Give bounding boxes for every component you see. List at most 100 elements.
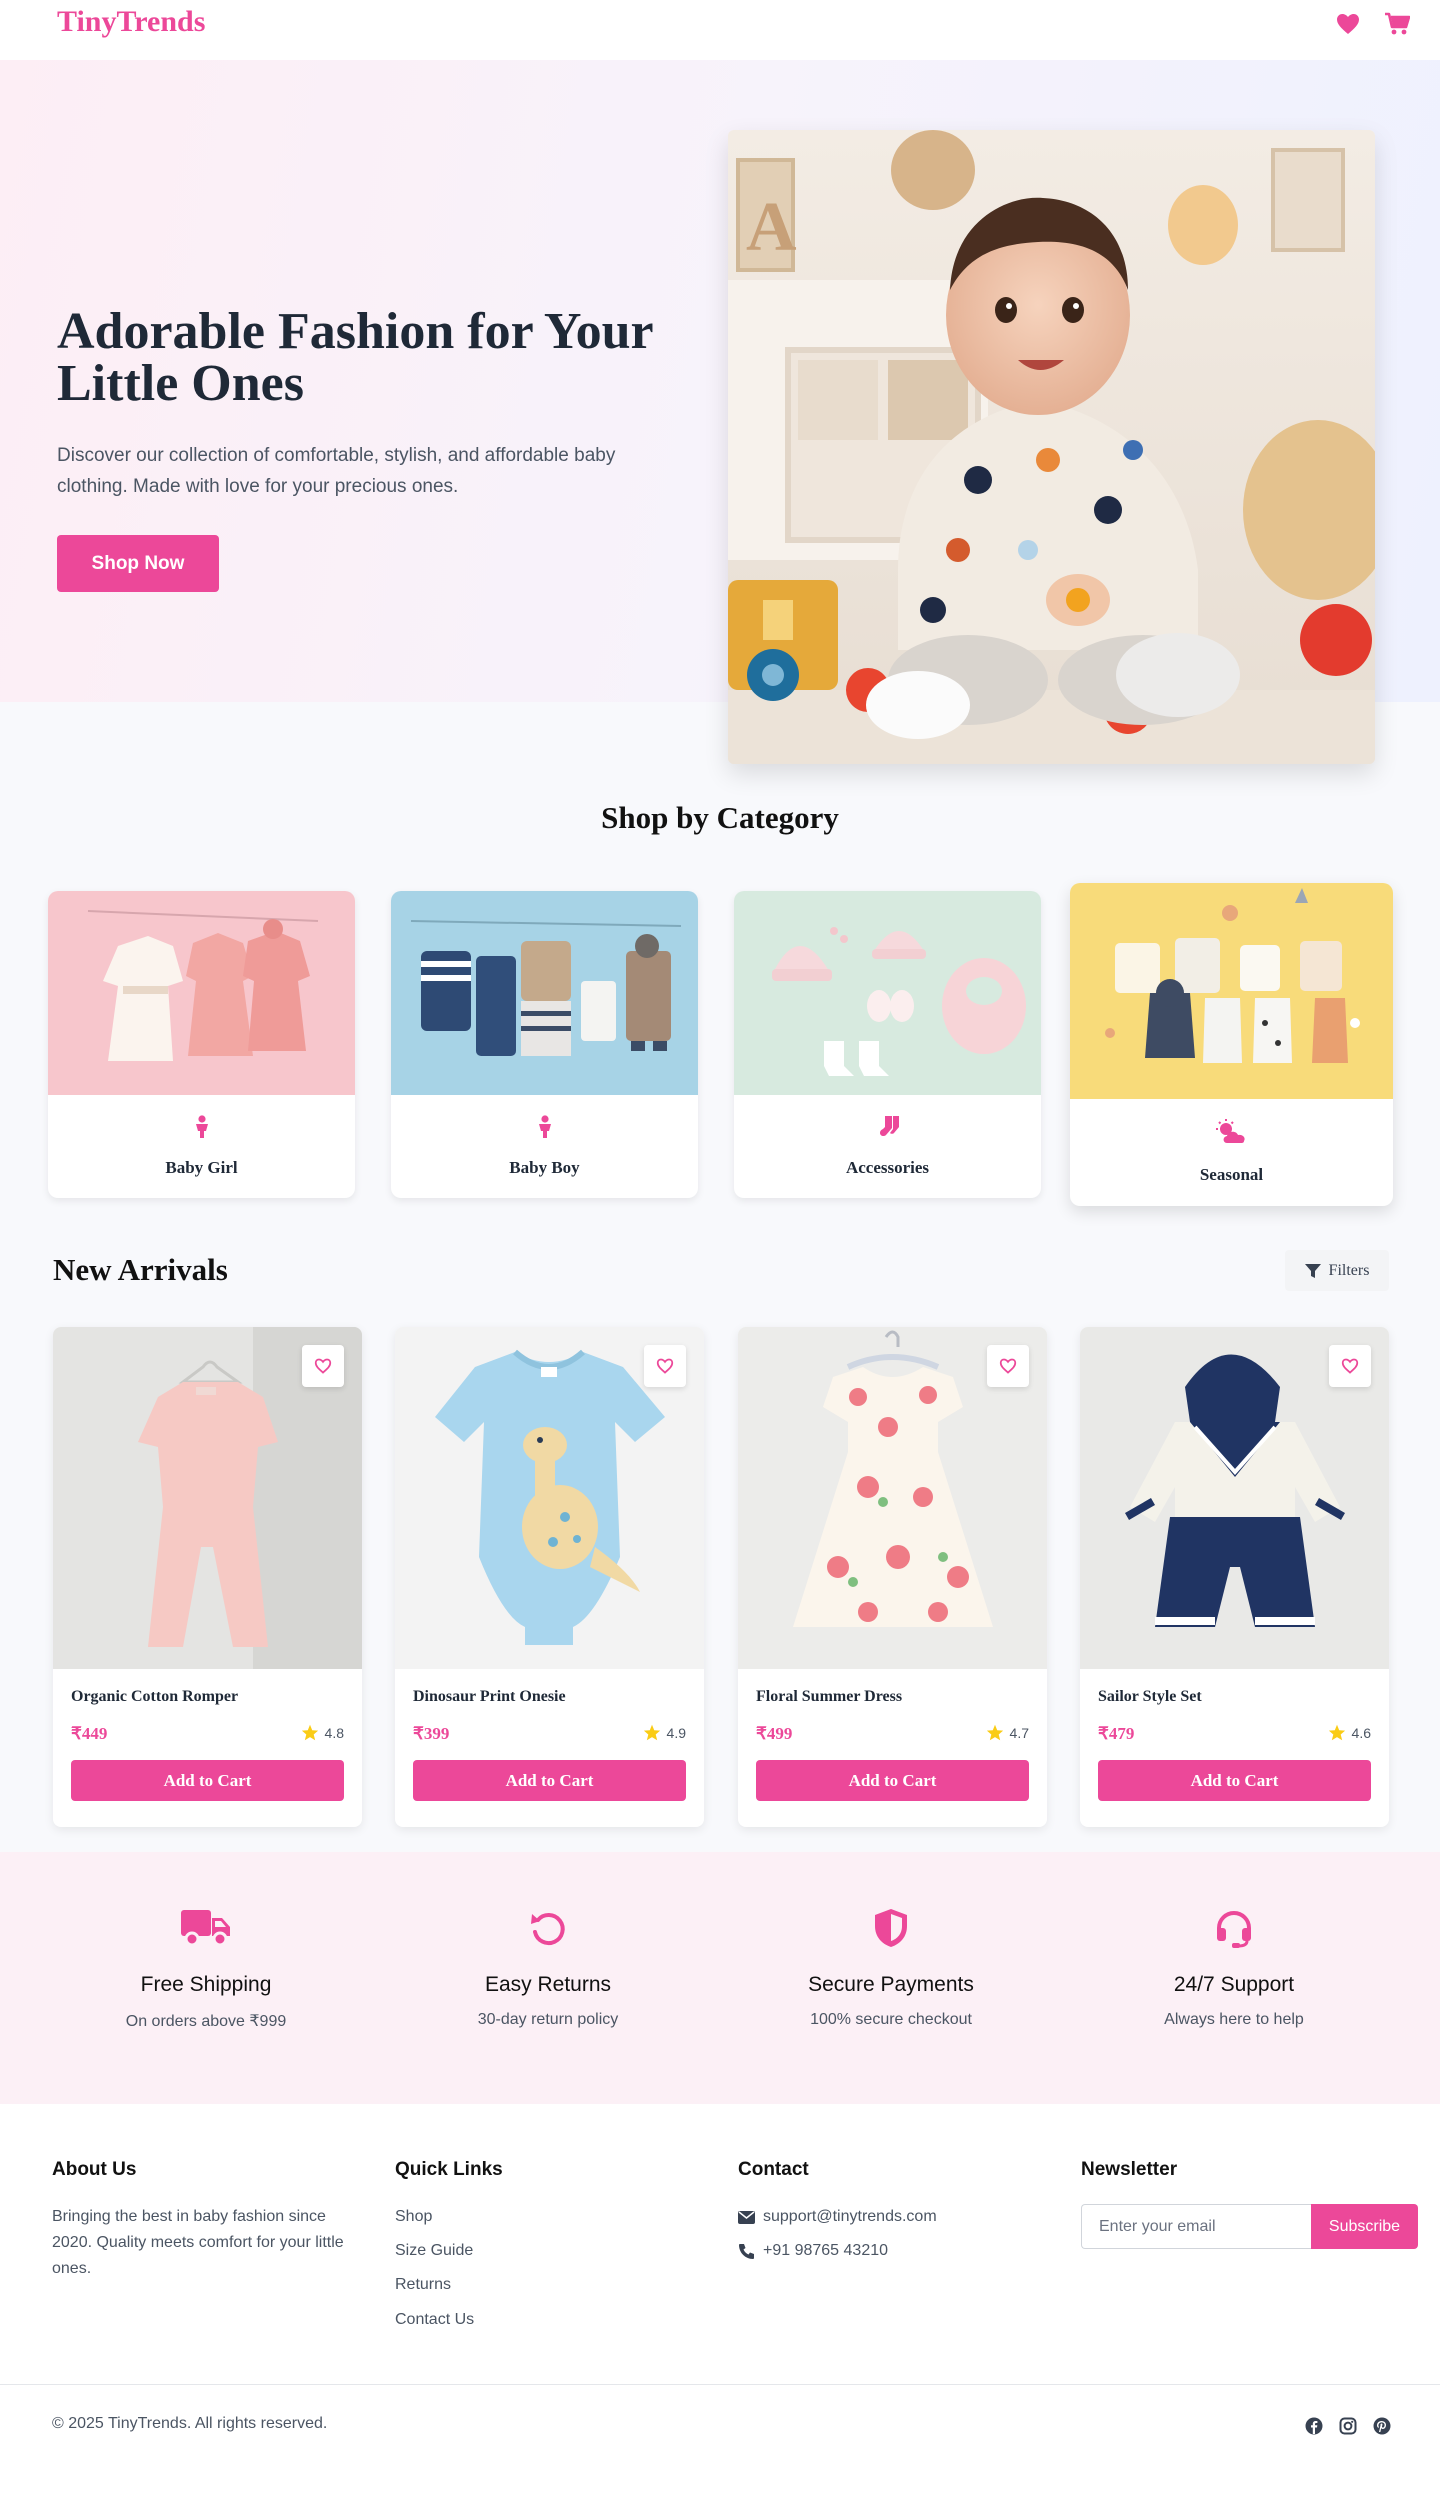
product-name: Floral Summer Dress [756, 1688, 903, 1705]
footer-email[interactable]: support@tinytrends.com [738, 2208, 937, 2226]
feature-title: Secure Payments [808, 1973, 974, 1996]
category-card-accessories[interactable]: Accessories [734, 891, 1041, 1198]
product-name: Dinosaur Print Onesie [413, 1688, 566, 1705]
star-icon [643, 1724, 660, 1741]
category-card-seasonal[interactable]: Seasonal [1070, 883, 1393, 1206]
feature-title: Easy Returns [484, 1973, 612, 1996]
add-to-cart-button[interactable]: Add to Cart [71, 1760, 344, 1801]
hero-image: A [728, 130, 1375, 764]
product-price: ₹499 [756, 1724, 793, 1743]
truck-icon [181, 1908, 231, 1951]
star-icon [301, 1724, 318, 1741]
category-label-accessories: Accessories [845, 1158, 930, 1177]
product-card-floral-summer-dress[interactable]: Floral Summer Dress ₹499 4.7 Add to Cart [738, 1327, 1047, 1827]
phone-icon [739, 2243, 754, 2259]
filters-label: Filters [1328, 1261, 1370, 1279]
product-name: Sailor Style Set [1098, 1688, 1202, 1705]
site-footer: About Us Bringing the best in baby fashi… [0, 2104, 1440, 2498]
socks-icon [875, 1115, 901, 1144]
add-to-cart-button[interactable]: Add to Cart [413, 1760, 686, 1801]
feature-subtitle: On orders above ₹999 [125, 2013, 287, 2030]
heart-outline-icon [999, 1358, 1017, 1374]
cloud-sun-icon [1215, 1119, 1249, 1150]
wishlist-button[interactable] [1329, 1345, 1371, 1387]
new-arrivals-title: New Arrivals [53, 1252, 228, 1287]
product-price: ₹449 [71, 1724, 108, 1743]
child-icon [195, 1115, 209, 1144]
phone-text: +91 98765 43210 [763, 2242, 889, 2259]
footer-link-contact-us[interactable]: Contact Us [395, 2311, 474, 2329]
instagram-icon[interactable] [1338, 2416, 1358, 2436]
feature-subtitle: Always here to help [1164, 2011, 1304, 2028]
category-card-baby-girl[interactable]: Baby Girl [48, 891, 355, 1198]
footer-contact-title: Contact [738, 2159, 809, 2180]
product-card-organic-cotton-romper[interactable]: Organic Cotton Romper ₹449 4.8 Add to Ca… [53, 1327, 362, 1827]
product-price: ₹479 [1098, 1724, 1135, 1743]
svg-text:A: A [746, 189, 797, 266]
shop-now-button[interactable]: Shop Now [57, 535, 219, 592]
site-logo[interactable]: TinyTrends [57, 5, 205, 39]
product-card-dinosaur-print-onesie[interactable]: Dinosaur Print Onesie ₹399 4.9 Add to Ca… [395, 1327, 704, 1827]
add-to-cart-button[interactable]: Add to Cart [756, 1760, 1029, 1801]
category-section-title: Shop by Category [601, 800, 839, 835]
email-text: support@tinytrends.com [763, 2208, 937, 2225]
product-rating: 4.8 [301, 1724, 344, 1741]
feature-title: 24/7 Support [1173, 1973, 1295, 1996]
pinterest-icon[interactable] [1372, 2416, 1392, 2436]
category-label-baby-boy: Baby Boy [509, 1158, 580, 1177]
wishlist-button[interactable] [644, 1345, 686, 1387]
footer-link-returns[interactable]: Returns [395, 2276, 451, 2294]
category-card-baby-boy[interactable]: Baby Boy [391, 891, 698, 1198]
product-rating: 4.7 [986, 1724, 1029, 1741]
category-label-seasonal: Seasonal [1199, 1165, 1264, 1184]
features-section: Free Shipping On orders above ₹999 Easy … [0, 1852, 1440, 2104]
rating-value: 4.9 [666, 1724, 686, 1741]
heart-outline-icon [314, 1358, 332, 1374]
add-to-cart-button[interactable]: Add to Cart [1098, 1760, 1371, 1801]
footer-quick-links-title: Quick Links [395, 2159, 503, 2180]
hero-title: Adorable Fashion for Your Little Ones [57, 303, 653, 412]
heart-outline-icon [656, 1358, 674, 1374]
filter-icon [1304, 1263, 1321, 1278]
hero-description: Discover our collection of comfortable, … [57, 445, 616, 497]
star-icon [1328, 1724, 1345, 1741]
feature-title: Free Shipping [140, 1973, 272, 1996]
footer-about-title: About Us [52, 2159, 137, 2180]
accessories-image [734, 891, 1041, 1095]
product-name: Organic Cotton Romper [71, 1688, 239, 1705]
rating-value: 4.8 [324, 1724, 344, 1741]
copyright-text: © 2025 TinyTrends. All rights reserved. [52, 2415, 328, 2432]
footer-about-text: Bringing the best in baby fashion since … [52, 2208, 344, 2277]
cart-icon[interactable] [1384, 11, 1410, 37]
newsletter-email-input[interactable] [1081, 2204, 1312, 2249]
rating-value: 4.6 [1351, 1724, 1371, 1741]
rating-value: 4.7 [1009, 1724, 1029, 1741]
seasonal-image [1070, 883, 1393, 1099]
wishlist-button[interactable] [987, 1345, 1029, 1387]
footer-divider [0, 2384, 1440, 2385]
undo-icon [528, 1908, 568, 1953]
footer-phone[interactable]: +91 98765 43210 [738, 2242, 888, 2260]
site-header: TinyTrends [0, 0, 1440, 60]
product-rating: 4.9 [643, 1724, 686, 1741]
wishlist-button[interactable] [302, 1345, 344, 1387]
footer-link-shop[interactable]: Shop [395, 2208, 432, 2226]
subscribe-button[interactable]: Subscribe [1311, 2204, 1418, 2249]
heart-icon[interactable] [1335, 11, 1361, 37]
facebook-icon[interactable] [1304, 2416, 1324, 2436]
baby-girl-image [48, 891, 355, 1095]
footer-link-size-guide[interactable]: Size Guide [395, 2242, 473, 2260]
feature-subtitle: 30-day return policy [477, 2011, 619, 2028]
footer-newsletter-title: Newsletter [1081, 2159, 1178, 2180]
child-icon [538, 1115, 552, 1144]
category-label-baby-girl: Baby Girl [165, 1158, 238, 1177]
product-price: ₹399 [413, 1724, 450, 1743]
product-card-sailor-style-set[interactable]: Sailor Style Set ₹479 4.6 Add to Cart [1080, 1327, 1389, 1827]
headset-icon [1214, 1908, 1254, 1953]
heart-outline-icon [1341, 1358, 1359, 1374]
baby-boy-image [391, 891, 698, 1095]
envelope-icon [738, 2210, 755, 2224]
filters-button[interactable]: Filters [1285, 1250, 1389, 1291]
star-icon [986, 1724, 1003, 1741]
feature-subtitle: 100% secure checkout [810, 2011, 972, 2028]
